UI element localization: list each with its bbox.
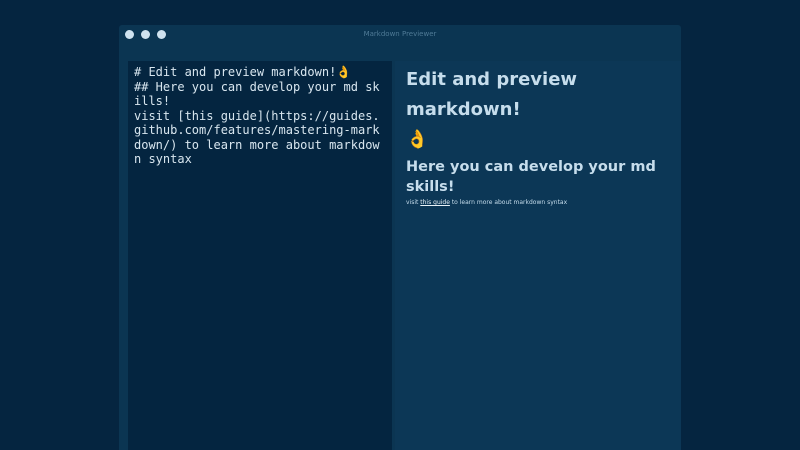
title-bar: Markdown Previewer	[119, 25, 681, 45]
preview-paragraph-prefix: visit	[406, 199, 421, 206]
window-title: Markdown Previewer	[363, 30, 437, 38]
preview-paragraph-suffix: to learn more about markdown syntax	[449, 199, 568, 206]
preview-heading-2: Here you can develop your md skills!	[406, 159, 656, 195]
ok-hand-icon: 👌	[406, 129, 429, 150]
markdown-editor[interactable]: # Edit and preview markdown!👌 ## Here yo…	[128, 61, 392, 450]
preview-heading-1: Edit and preview markdown! 👌	[406, 65, 670, 155]
markdown-preview: Edit and preview markdown! 👌 Here you can…	[395, 61, 681, 450]
guide-link[interactable]: this guide	[420, 199, 450, 206]
app-window: Markdown Previewer # Edit and preview ma…	[119, 25, 681, 450]
preview-heading-1-text: Edit and preview markdown!	[406, 69, 578, 120]
preview-paragraph: visit this guide to learn more about mar…	[406, 199, 670, 206]
